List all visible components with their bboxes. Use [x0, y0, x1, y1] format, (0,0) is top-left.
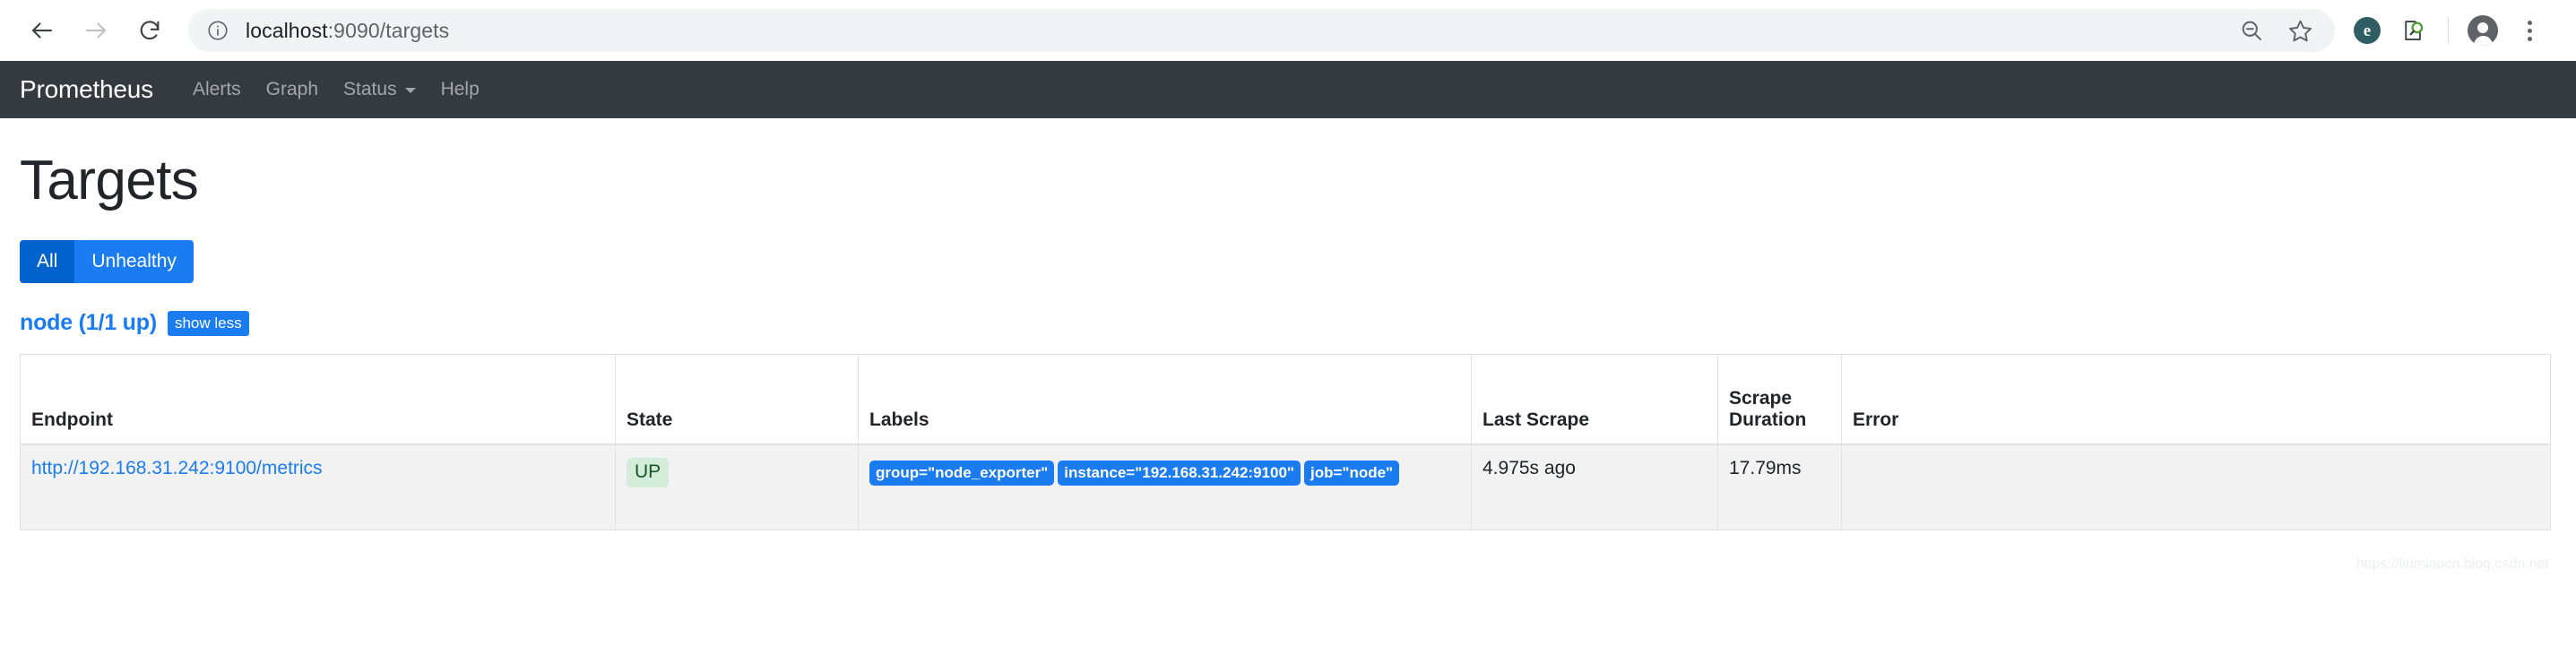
reload-button[interactable] [124, 4, 176, 56]
endpoint-link[interactable]: http://192.168.31.242:9100/metrics [31, 458, 323, 478]
nav-link-graph-label: Graph [265, 79, 319, 99]
forward-arrow-icon [82, 17, 109, 44]
table-row: http://192.168.31.242:9100/metrics UP gr… [20, 443, 2551, 531]
cell-state: UP [615, 443, 859, 531]
cell-endpoint: http://192.168.31.242:9100/metrics [20, 443, 616, 531]
scrape-duration-value: 17.79ms [1729, 457, 1802, 478]
url-text: localhost:9090/targets [246, 19, 449, 43]
targets-table-head: Endpoint State Labels Last Scrape Scrape… [20, 354, 2551, 445]
extension-circle-icon[interactable]: e [2344, 7, 2390, 54]
url-path: :9090/targets [327, 18, 450, 42]
cell-scrape-duration: 17.79ms [1717, 443, 1842, 531]
nav-link-status-label: Status [343, 79, 397, 99]
profile-avatar-icon[interactable] [2459, 7, 2506, 54]
last-scrape-value: 4.975s ago [1482, 457, 1576, 478]
prometheus-navbar: Prometheus Alerts Graph Status Help [0, 61, 2576, 118]
browser-extension-actions: e [2344, 7, 2553, 54]
label-badge-job[interactable]: job="node" [1303, 460, 1400, 486]
target-group-title[interactable]: node (1/1 up) [20, 310, 157, 336]
column-header-error: Error [1841, 354, 2551, 445]
filter-button-group: All Unhealthy [20, 240, 194, 284]
browser-toolbar: localhost:9090/targets e [0, 0, 2576, 61]
targets-table-body: http://192.168.31.242:9100/metrics UP gr… [20, 443, 2551, 531]
zoom-out-magnifier-icon[interactable] [2236, 15, 2267, 46]
nav-link-help-label: Help [440, 79, 480, 99]
nav-link-alerts[interactable]: Alerts [180, 79, 254, 100]
chevron-down-icon [404, 88, 416, 93]
search-document-extension-icon[interactable] [2390, 7, 2437, 54]
status-badge: UP [627, 457, 670, 488]
nav-link-help[interactable]: Help [428, 79, 492, 100]
nav-link-graph[interactable]: Graph [254, 79, 331, 100]
watermark: https://liumiaocn.blog.csdn.net [2356, 556, 2549, 573]
brand-prometheus[interactable]: Prometheus [20, 75, 153, 104]
star-outline-icon[interactable] [2285, 15, 2315, 46]
forward-button[interactable] [70, 4, 122, 56]
column-header-scrape-duration: Scrape Duration [1717, 354, 1842, 445]
page-title: Targets [20, 150, 199, 211]
label-badge-instance[interactable]: instance="192.168.31.242:9100" [1058, 460, 1301, 486]
page-content: Targets All Unhealthy node (1/1 up) show… [0, 150, 2576, 572]
show-less-button[interactable]: show less [167, 310, 249, 336]
column-header-labels: Labels [858, 354, 1472, 445]
filter-unhealthy-button[interactable]: Unhealthy [74, 240, 194, 284]
column-header-state: State [615, 354, 859, 445]
cell-error [1841, 443, 2551, 531]
avatar [2468, 15, 2498, 46]
info-circle-icon[interactable] [206, 19, 229, 42]
omnibox-actions [2236, 15, 2321, 46]
table-header-row: Endpoint State Labels Last Scrape Scrape… [20, 354, 2551, 445]
reload-icon [137, 18, 162, 43]
back-arrow-icon [29, 17, 56, 44]
cell-labels: group="node_exporter" instance="192.168.3… [858, 443, 1472, 531]
extension-one-glyph: e [2354, 17, 2381, 44]
column-header-endpoint: Endpoint [20, 354, 616, 445]
label-badge-group[interactable]: group="node_exporter" [869, 460, 1055, 486]
target-group-header: node (1/1 up) show less [20, 310, 2556, 336]
column-header-last-scrape: Last Scrape [1471, 354, 1718, 445]
url-host: localhost [246, 18, 328, 42]
cell-last-scrape: 4.975s ago [1471, 443, 1718, 531]
back-button[interactable] [16, 4, 68, 56]
browser-nav-buttons [16, 4, 176, 56]
targets-table: Endpoint State Labels Last Scrape Scrape… [20, 354, 2551, 531]
toolbar-divider [2448, 17, 2449, 44]
three-dot-menu-icon[interactable] [2506, 7, 2553, 54]
nav-link-alerts-label: Alerts [192, 79, 241, 99]
nav-link-status[interactable]: Status [331, 79, 428, 100]
filter-all-button[interactable]: All [20, 240, 75, 284]
address-bar[interactable]: localhost:9090/targets [188, 9, 2335, 52]
